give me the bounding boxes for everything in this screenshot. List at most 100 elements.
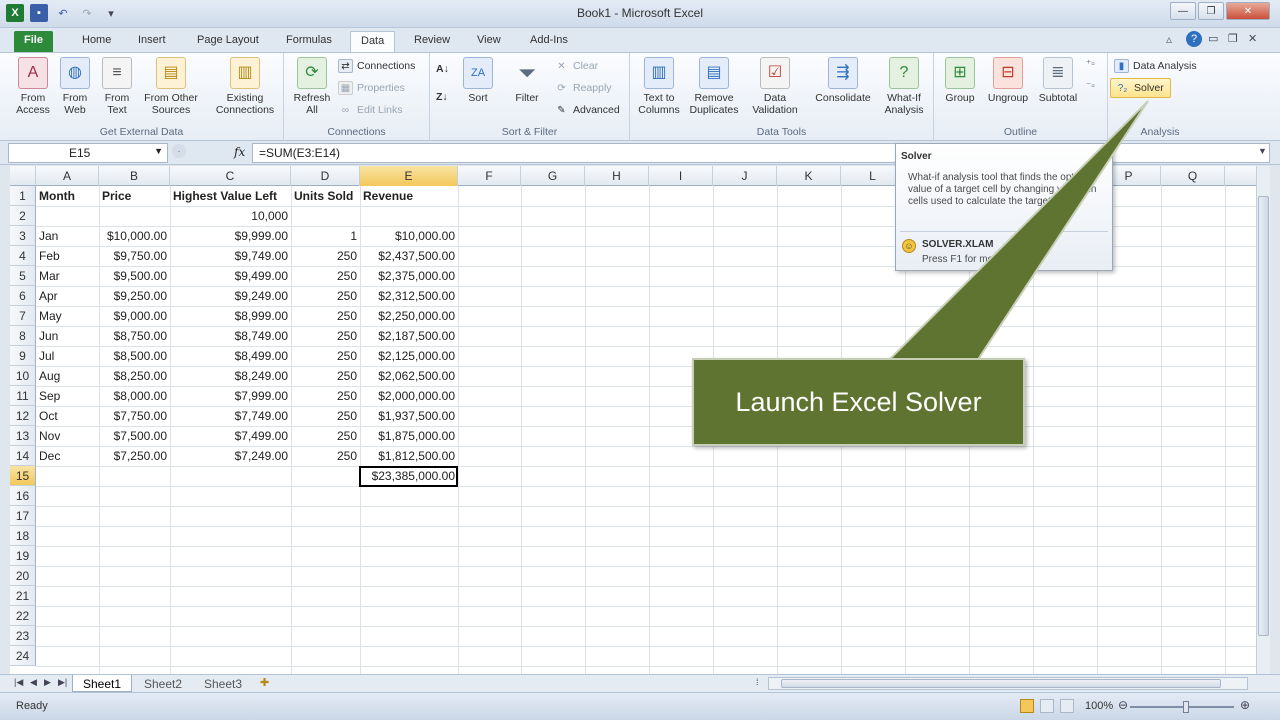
data-cell[interactable]: $2,375,000.00 <box>360 266 458 286</box>
show-detail-icon[interactable]: ⁺▫ <box>1086 59 1095 70</box>
row-header[interactable]: 10 <box>10 366 36 386</box>
row-header[interactable]: 11 <box>10 386 36 406</box>
data-validation-button[interactable]: ☑ Data Validation <box>744 57 806 116</box>
data-cell[interactable]: $10,000.00 <box>99 226 170 246</box>
header-cell[interactable]: Price <box>99 186 170 206</box>
properties-button[interactable]: ▦ Properties <box>338 81 405 95</box>
split-handle-icon[interactable]: ⁞ <box>756 677 759 687</box>
data-cell[interactable]: $8,999.00 <box>170 306 291 326</box>
column-header[interactable]: G <box>521 166 585 186</box>
workbook-minimize-icon[interactable]: ▭ <box>1208 32 1218 45</box>
data-cell[interactable]: 250 <box>291 426 360 446</box>
row-header[interactable]: 13 <box>10 426 36 446</box>
row-header[interactable]: 8 <box>10 326 36 346</box>
data-cell[interactable]: $9,999.00 <box>170 226 291 246</box>
data-cell[interactable]: 250 <box>291 326 360 346</box>
data-cell[interactable]: $9,750.00 <box>99 246 170 266</box>
row-header[interactable]: 19 <box>10 546 36 566</box>
reapply-button[interactable]: ⟳ Reapply <box>554 81 611 95</box>
column-header[interactable]: A <box>36 166 99 186</box>
data-cell[interactable]: Jun <box>36 326 99 346</box>
group-button[interactable]: ⊞ Group <box>938 57 982 104</box>
tab-review[interactable]: Review <box>404 31 460 52</box>
row-header[interactable]: 3 <box>10 226 36 246</box>
workbook-close-icon[interactable]: ✕ <box>1248 32 1257 45</box>
data-cell[interactable]: 250 <box>291 346 360 366</box>
data-cell[interactable]: $8,749.00 <box>170 326 291 346</box>
sort-z-a-button[interactable]: Z↓ <box>436 91 448 103</box>
data-cell[interactable]: 250 <box>291 366 360 386</box>
vertical-scroll-thumb[interactable] <box>1258 196 1269 636</box>
column-header[interactable]: C <box>170 166 291 186</box>
sheet-tab-sheet2[interactable]: Sheet2 <box>134 675 192 692</box>
row-header[interactable]: 7 <box>10 306 36 326</box>
page-break-preview-icon[interactable] <box>1060 699 1074 713</box>
zoom-out-icon[interactable]: ⊖ <box>1118 698 1128 712</box>
data-cell[interactable]: Dec <box>36 446 99 466</box>
workbook-restore-icon[interactable]: ❐ <box>1228 32 1238 45</box>
consolidate-button[interactable]: ⇶ Consolidate <box>810 57 876 104</box>
tab-file[interactable]: File <box>14 31 53 52</box>
vertical-scrollbar[interactable] <box>1256 166 1270 674</box>
data-cell[interactable]: Oct <box>36 406 99 426</box>
data-cell[interactable]: $2,187,500.00 <box>360 326 458 346</box>
header-cell[interactable]: Month <box>36 186 99 206</box>
data-cell[interactable]: $9,249.00 <box>170 286 291 306</box>
refresh-all-button[interactable]: ⟳ Refresh All <box>290 57 334 116</box>
data-cell[interactable]: $9,500.00 <box>99 266 170 286</box>
data-cell[interactable]: $8,500.00 <box>99 346 170 366</box>
from-other-sources-button[interactable]: ▤ From Other Sources <box>138 57 204 116</box>
row-header[interactable]: 21 <box>10 586 36 606</box>
data-cell[interactable]: Sep <box>36 386 99 406</box>
row-header[interactable]: 4 <box>10 246 36 266</box>
hide-detail-icon[interactable]: ⁻▫ <box>1086 81 1095 92</box>
data-cell[interactable]: $9,000.00 <box>99 306 170 326</box>
data-cell[interactable]: $7,750.00 <box>99 406 170 426</box>
row-header[interactable]: 9 <box>10 346 36 366</box>
subtotal-button[interactable]: ≣ Subtotal <box>1034 57 1082 104</box>
data-cell[interactable]: Jan <box>36 226 99 246</box>
text-to-columns-button[interactable]: ▥ Text to Columns <box>634 57 684 116</box>
tab-add-ins[interactable]: Add-Ins <box>520 31 578 52</box>
data-cell[interactable]: $1,812,500.00 <box>360 446 458 466</box>
data-cell[interactable]: $7,999.00 <box>170 386 291 406</box>
minimize-ribbon-icon[interactable]: ▵ <box>1166 32 1172 46</box>
row-header[interactable]: 24 <box>10 646 36 666</box>
data-cell[interactable]: Nov <box>36 426 99 446</box>
data-cell[interactable]: $7,249.00 <box>170 446 291 466</box>
active-cell-e15[interactable] <box>359 466 458 487</box>
row-header[interactable]: 17 <box>10 506 36 526</box>
minimize-button[interactable]: — <box>1170 2 1196 20</box>
data-cell[interactable]: $2,125,000.00 <box>360 346 458 366</box>
restore-button[interactable]: ❐ <box>1198 2 1224 20</box>
horizontal-scrollbar[interactable] <box>768 677 1248 690</box>
from-text-button[interactable]: ≡ From Text <box>98 57 136 116</box>
ungroup-button[interactable]: ⊟ Ungroup <box>984 57 1032 104</box>
row-header[interactable]: 14 <box>10 446 36 466</box>
column-header[interactable]: I <box>649 166 713 186</box>
sort-button[interactable]: ZA Sort <box>462 57 494 104</box>
close-button[interactable]: ✕ <box>1226 2 1270 20</box>
data-cell[interactable]: Feb <box>36 246 99 266</box>
normal-view-icon[interactable] <box>1020 699 1034 713</box>
data-cell[interactable]: $9,499.00 <box>170 266 291 286</box>
page-layout-view-icon[interactable] <box>1040 699 1054 713</box>
data-cell[interactable]: $7,250.00 <box>99 446 170 466</box>
tab-formulas[interactable]: Formulas <box>276 31 342 52</box>
data-cell[interactable]: $1,937,500.00 <box>360 406 458 426</box>
row-header[interactable]: 12 <box>10 406 36 426</box>
row-header[interactable]: 16 <box>10 486 36 506</box>
data-cell[interactable]: $7,749.00 <box>170 406 291 426</box>
edit-links-button[interactable]: ∞ Edit Links <box>338 103 403 117</box>
column-header-selected[interactable]: E <box>360 166 458 186</box>
data-cell[interactable]: $1,875,000.00 <box>360 426 458 446</box>
expand-formula-bar-icon[interactable]: ▼ <box>1258 146 1267 156</box>
data-cell[interactable]: $8,249.00 <box>170 366 291 386</box>
formula-input[interactable]: =SUM(E3:E14) <box>252 143 1270 163</box>
cell-c2[interactable]: 10,000 <box>170 206 291 226</box>
name-box[interactable]: E15 ▼ <box>8 143 168 163</box>
header-cell[interactable]: Highest Value Left <box>170 186 291 206</box>
select-all-corner[interactable] <box>10 166 36 186</box>
from-web-button[interactable]: ◍ From Web <box>56 57 94 116</box>
data-cell[interactable]: Apr <box>36 286 99 306</box>
